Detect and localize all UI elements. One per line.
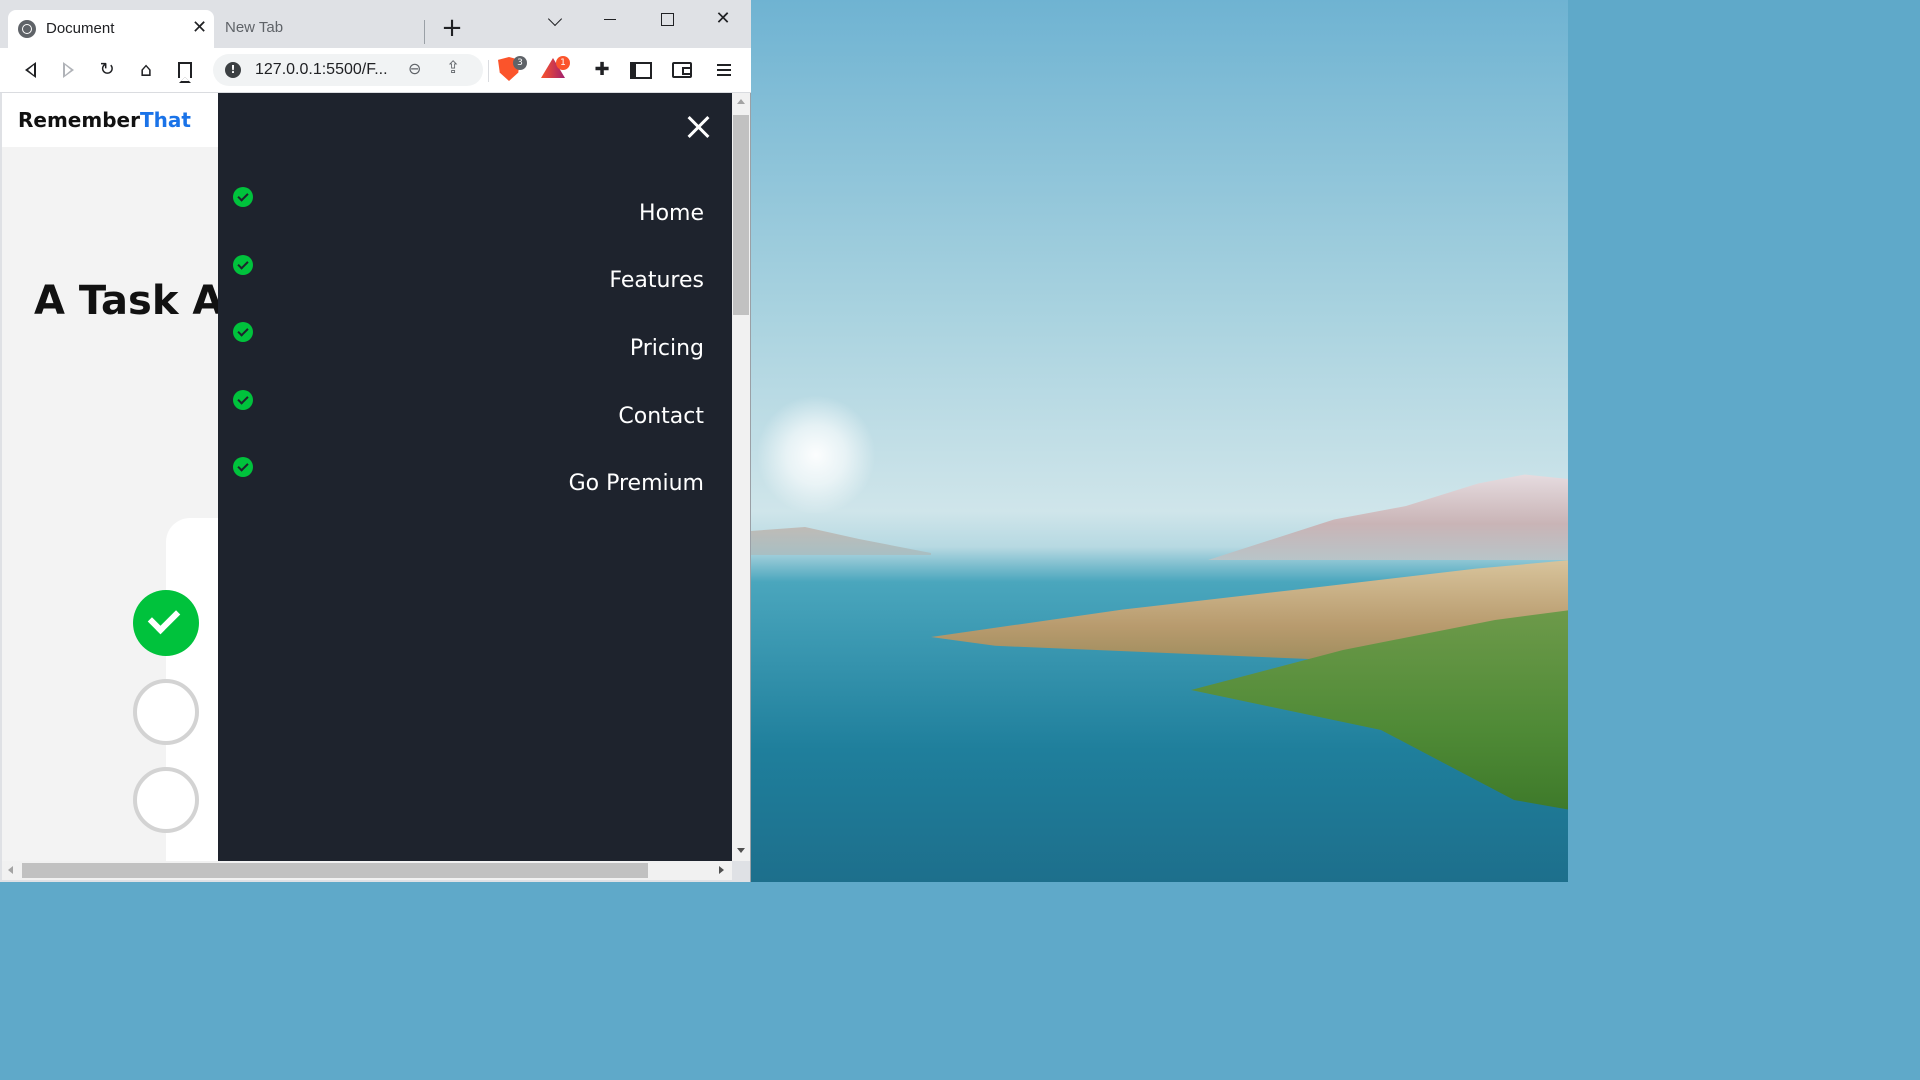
globe-icon [18, 20, 36, 38]
site-header: RememberThat [2, 93, 218, 147]
minimize-button[interactable] [590, 6, 630, 32]
maximize-icon [660, 13, 674, 26]
home-button[interactable]: ⌂ [134, 58, 158, 82]
logo-prefix: Remember [18, 108, 140, 132]
horizontal-scrollbar[interactable] [2, 861, 732, 880]
check-circle-icon [233, 187, 253, 207]
nav-item-go-premium[interactable]: Go Premium [218, 453, 732, 513]
scroll-right-icon[interactable] [719, 866, 724, 874]
extensions-button[interactable]: ✚ [590, 58, 614, 82]
forward-arrow-icon [62, 62, 74, 78]
nav-item-label: Home [639, 201, 704, 226]
zoom-out-icon[interactable]: ⊖ [408, 59, 421, 78]
share-icon[interactable]: ⇪ [446, 58, 460, 78]
nav-item-label: Go Premium [568, 471, 704, 496]
vertical-scrollbar[interactable] [732, 93, 750, 861]
browser-toolbar: ↻ ⌂ ! 127.0.0.1:5500/F... ⊖ ⇪ 3 1 ✚ [0, 48, 751, 93]
horizontal-scroll-thumb[interactable] [22, 863, 648, 878]
tab-search-button[interactable] [535, 6, 575, 32]
close-tab-icon[interactable]: ✕ [192, 18, 207, 38]
home-icon: ⌂ [139, 59, 153, 81]
hamburger-menu-icon [717, 69, 731, 71]
sidebar-icon [630, 61, 652, 79]
info-icon[interactable]: ! [225, 62, 241, 78]
check-circle-icon [233, 322, 253, 342]
nav-item-label: Contact [618, 404, 704, 429]
wallet-icon [672, 62, 692, 78]
nav-item-home[interactable]: Home [218, 183, 732, 243]
site-logo[interactable]: RememberThat [18, 108, 191, 132]
reload-icon: ↻ [99, 59, 115, 80]
browser-window: Document ✕ New Tab + ✕ ↻ ⌂ ! 127.0.0.1:5… [0, 0, 751, 882]
scroll-left-icon[interactable] [8, 866, 13, 874]
tab-divider [424, 20, 425, 44]
task-step-todo[interactable] [133, 767, 199, 833]
task-step-done[interactable] [133, 590, 199, 656]
back-button[interactable] [18, 58, 42, 82]
shields-count-badge: 3 [513, 56, 527, 70]
bookmark-icon [178, 62, 192, 83]
puzzle-icon: ✚ [594, 59, 610, 80]
maximize-button[interactable] [647, 6, 687, 32]
main-menu-button[interactable] [712, 58, 736, 82]
toolbar-separator [488, 60, 489, 82]
check-circle-icon [233, 457, 253, 477]
tab-strip: Document ✕ New Tab + ✕ [0, 0, 751, 48]
page-viewport: RememberThat A Task A Home Features Pric… [2, 93, 732, 861]
wallet-button[interactable] [670, 58, 694, 82]
address-bar[interactable]: ! 127.0.0.1:5500/F... ⊖ ⇪ [213, 54, 483, 86]
close-icon[interactable] [684, 113, 712, 141]
task-step-todo[interactable] [133, 679, 199, 745]
chevron-down-icon [547, 11, 563, 27]
nav-item-label: Features [609, 268, 704, 293]
distant-shore [751, 527, 931, 555]
nav-item-features[interactable]: Features [218, 251, 732, 311]
reload-button[interactable]: ↻ [95, 58, 119, 82]
scroll-down-icon[interactable] [737, 848, 745, 853]
nav-item-contact[interactable]: Contact [218, 386, 732, 446]
tab-title: Document [46, 20, 115, 37]
forward-button[interactable] [56, 58, 80, 82]
mobile-nav-menu: Home Features Pricing Contact Go Premium [218, 93, 732, 861]
scroll-up-icon[interactable] [737, 99, 745, 104]
sidebar-button[interactable] [629, 58, 653, 82]
logo-accent: That [139, 108, 191, 132]
nav-item-pricing[interactable]: Pricing [218, 318, 732, 378]
sun-glow [756, 395, 876, 515]
mountain-range [1208, 474, 1568, 560]
back-arrow-icon [24, 62, 36, 78]
tab-document[interactable]: Document ✕ [8, 10, 214, 48]
vertical-scroll-thumb[interactable] [733, 115, 749, 315]
rewards-count-badge: 1 [556, 56, 570, 70]
minimize-icon [604, 18, 616, 21]
new-tab-button[interactable]: + [438, 14, 466, 42]
check-circle-icon [233, 255, 253, 275]
url-text[interactable]: 127.0.0.1:5500/F... [255, 61, 388, 79]
nav-item-label: Pricing [629, 336, 704, 361]
desktop-wallpaper [751, 0, 1568, 882]
hero-title: A Task A [34, 278, 224, 324]
tab-new-tab[interactable]: New Tab [225, 19, 283, 36]
check-circle-icon [233, 390, 253, 410]
bookmark-button[interactable] [173, 58, 197, 83]
close-window-button[interactable]: ✕ [703, 6, 743, 32]
